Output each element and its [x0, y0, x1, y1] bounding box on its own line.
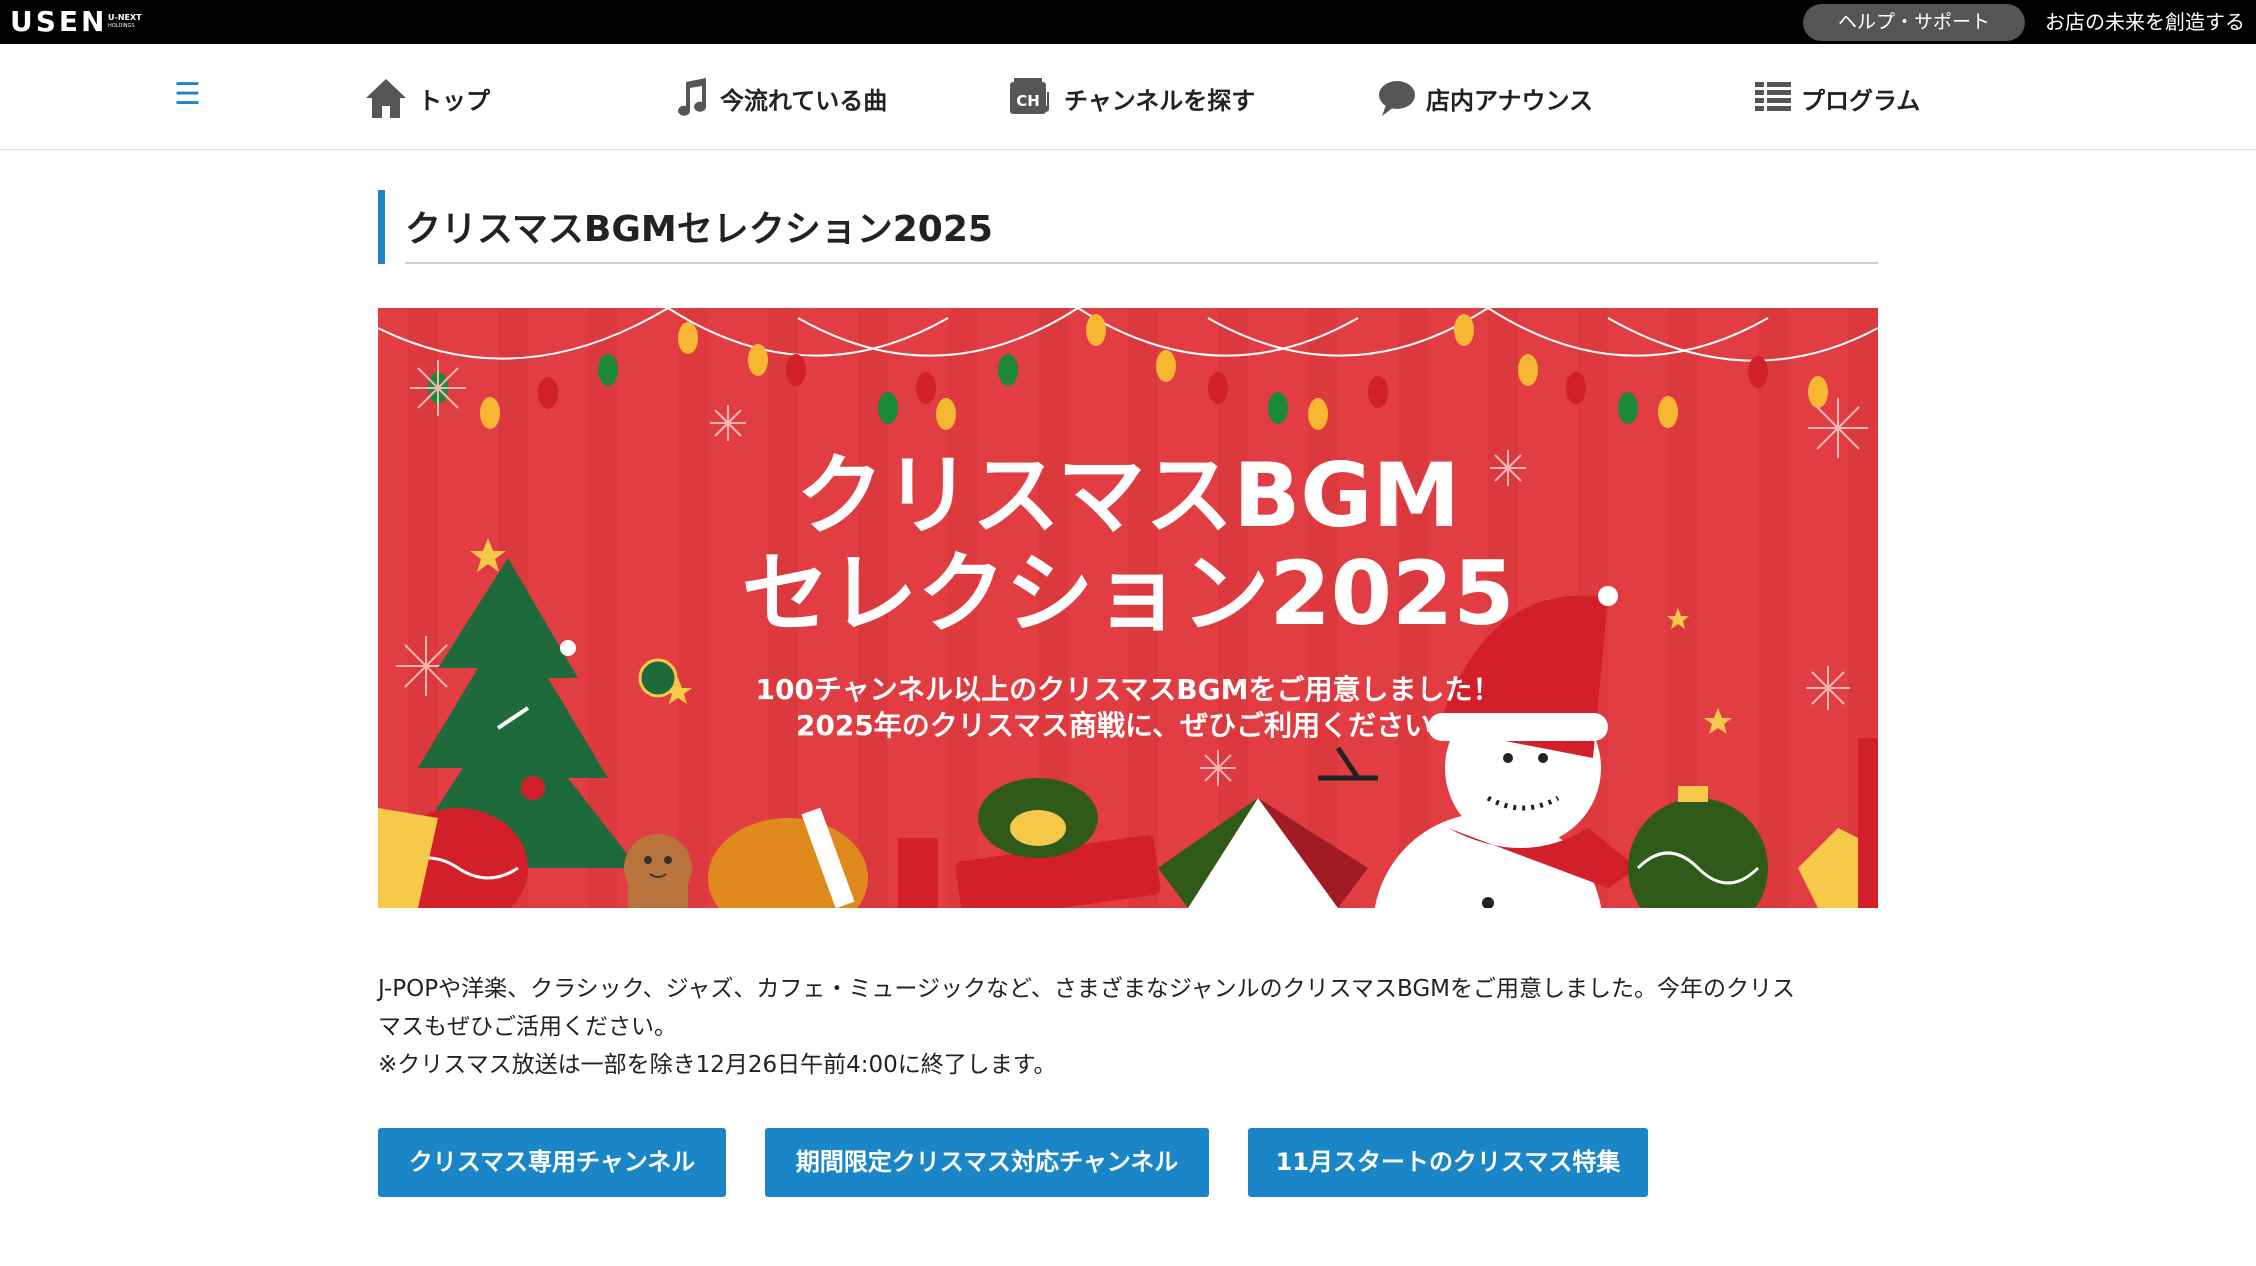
nav-item-channel-search[interactable]: CH チャンネルを探す — [1008, 76, 1255, 120]
usen-logo[interactable]: USEN — [10, 7, 107, 37]
top-bar: USEN U-NEXT HOLDINGS ヘルプ・サポート お店の未来を創造する — [0, 0, 2256, 44]
nav-item-now-playing[interactable]: 今流れている曲 — [674, 76, 887, 120]
description-line1: J-POPや洋楽、クラシック、ジャズ、カフェ・ミュージックなど、さまざまなジャン… — [378, 976, 1796, 1002]
november-feature-button[interactable]: 11月スタートのクリスマス特集 — [1248, 1128, 1648, 1197]
speech-bubble-icon — [1378, 79, 1416, 117]
banner-title-line2: セレクション2025 — [741, 542, 1515, 645]
help-support-button[interactable]: ヘルプ・サポート — [1803, 4, 2025, 41]
banner-title-line1: クリスマスBGM — [795, 444, 1461, 547]
nav-item-program[interactable]: プログラム — [1755, 76, 1920, 120]
nav-item-label: プログラム — [1801, 86, 1921, 115]
nav-item-label: 今流れている曲 — [720, 86, 888, 115]
hamburger-icon[interactable]: ☰ — [174, 80, 201, 110]
svg-text:CH: CH — [1016, 92, 1040, 110]
nav-item-label: トップ — [418, 86, 490, 115]
nav-item-announce[interactable]: 店内アナウンス — [1378, 76, 1593, 120]
main-nav: ☰ トップ 今流れている曲 CH チャンネルを探す 店内アナウンス プログラム — [0, 44, 2256, 150]
holdings-logo-text: HOLDINGS — [108, 23, 135, 29]
page-heading: クリスマスBGMセレクション2025 — [378, 190, 1878, 264]
nav-item-label: 店内アナウンス — [1426, 86, 1594, 115]
banner-subtitle-line1: 100チャンネル以上のクリスマスBGMをご用意しました！ — [755, 673, 1501, 706]
banner-subtitle-line2: 2025年のクリスマス商戦に、ぜひご利用ください。 — [795, 709, 1461, 742]
home-icon — [364, 76, 408, 120]
unext-logo-text: U-NEXT — [108, 13, 142, 22]
nav-item-label: チャンネルを探す — [1064, 86, 1256, 115]
unext-holdings-logo: U-NEXT HOLDINGS — [108, 13, 142, 31]
page-title: クリスマスBGMセレクション2025 — [405, 209, 993, 250]
limited-christmas-channels-button[interactable]: 期間限定クリスマス対応チャンネル — [765, 1128, 1209, 1197]
description: J-POPや洋楽、クラシック、ジャズ、カフェ・ミュージックなど、さまざまなジャン… — [378, 970, 1878, 1084]
description-line2: マスもぜひご活用ください。 — [378, 1014, 677, 1040]
music-note-icon — [674, 78, 710, 118]
christmas-banner: クリスマスBGM セレクション2025 100チャンネル以上のクリスマスBGMを… — [378, 308, 1878, 908]
grid-icon — [1755, 80, 1791, 116]
christmas-channels-button[interactable]: クリスマス専用チャンネル — [378, 1128, 726, 1197]
channel-icon: CH — [1008, 78, 1054, 118]
nav-item-top[interactable]: トップ — [364, 76, 490, 120]
description-note: ※クリスマス放送は一部を除き12月26日午前4:00に終了します。 — [378, 1052, 1057, 1078]
tagline: お店の未来を創造する — [2045, 10, 2245, 34]
heading-divider — [405, 262, 1878, 264]
